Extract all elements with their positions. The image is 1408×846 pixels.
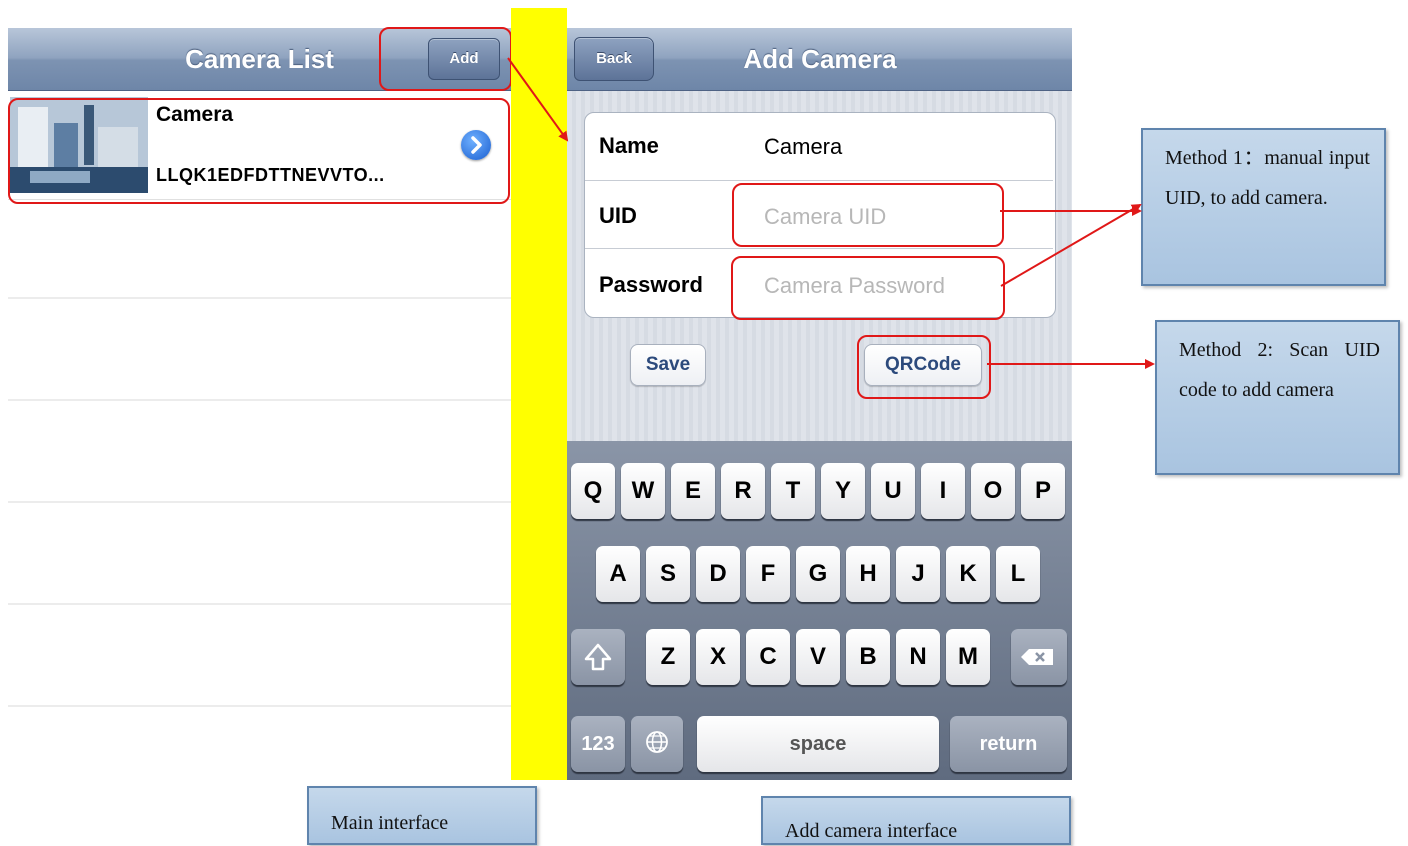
key-p[interactable]: P (1021, 463, 1065, 519)
onscreen-keyboard: Q W E R T Y U I O P A S D F G H J K L Z … (567, 441, 1072, 780)
key-n[interactable]: N (896, 629, 940, 685)
shift-key[interactable] (571, 629, 625, 685)
back-button[interactable]: Back (574, 37, 654, 81)
camera-item-highlight (8, 98, 510, 204)
key-e[interactable]: E (671, 463, 715, 519)
method1-callout: Method 1：manual input UID, to add camera… (1141, 128, 1386, 286)
shift-arrow-icon (584, 643, 612, 671)
backspace-icon (1021, 649, 1053, 665)
list-separator (8, 297, 511, 299)
list-separator (8, 705, 511, 707)
key-m[interactable]: M (946, 629, 990, 685)
key-d[interactable]: D (696, 546, 740, 602)
password-label: Password (599, 272, 703, 297)
return-key[interactable]: return (950, 716, 1067, 772)
screen-divider (511, 8, 567, 780)
list-separator (8, 603, 511, 605)
numbers-key[interactable]: 123 (571, 716, 625, 772)
key-b[interactable]: B (846, 629, 890, 685)
add-camera-interface-caption: Add camera interface (761, 796, 1071, 845)
name-label: Name (599, 133, 659, 158)
key-l[interactable]: L (996, 546, 1040, 602)
method2-callout: Method 2: Scan UID code to add camera (1155, 320, 1400, 475)
key-t[interactable]: T (771, 463, 815, 519)
key-o[interactable]: O (971, 463, 1015, 519)
main-interface-caption: Main interface (307, 786, 537, 845)
key-x[interactable]: X (696, 629, 740, 685)
name-field[interactable]: Camera (764, 134, 842, 160)
globe-icon (646, 731, 668, 753)
key-f[interactable]: F (746, 546, 790, 602)
uid-field-highlight (732, 183, 1004, 247)
qrcode-button-highlight (857, 335, 991, 399)
save-button[interactable]: Save (630, 344, 706, 386)
add-button-highlight (379, 27, 512, 91)
list-separator (8, 399, 511, 401)
space-key[interactable]: space (697, 716, 939, 772)
password-field-highlight (731, 256, 1005, 320)
uid-label: UID (599, 203, 637, 228)
delete-key[interactable] (1011, 629, 1067, 685)
add-camera-title: Add Camera (743, 44, 897, 74)
key-q[interactable]: Q (571, 463, 615, 519)
form-row-separator (585, 180, 1053, 181)
key-c[interactable]: C (746, 629, 790, 685)
list-separator (8, 501, 511, 503)
key-h[interactable]: H (846, 546, 890, 602)
key-j[interactable]: J (896, 546, 940, 602)
key-u[interactable]: U (871, 463, 915, 519)
key-i[interactable]: I (921, 463, 965, 519)
key-g[interactable]: G (796, 546, 840, 602)
key-y[interactable]: Y (821, 463, 865, 519)
key-s[interactable]: S (646, 546, 690, 602)
key-v[interactable]: V (796, 629, 840, 685)
key-z[interactable]: Z (646, 629, 690, 685)
key-r[interactable]: R (721, 463, 765, 519)
globe-key[interactable] (631, 716, 683, 772)
key-a[interactable]: A (596, 546, 640, 602)
key-k[interactable]: K (946, 546, 990, 602)
key-w[interactable]: W (621, 463, 665, 519)
form-row-separator (585, 248, 1053, 249)
